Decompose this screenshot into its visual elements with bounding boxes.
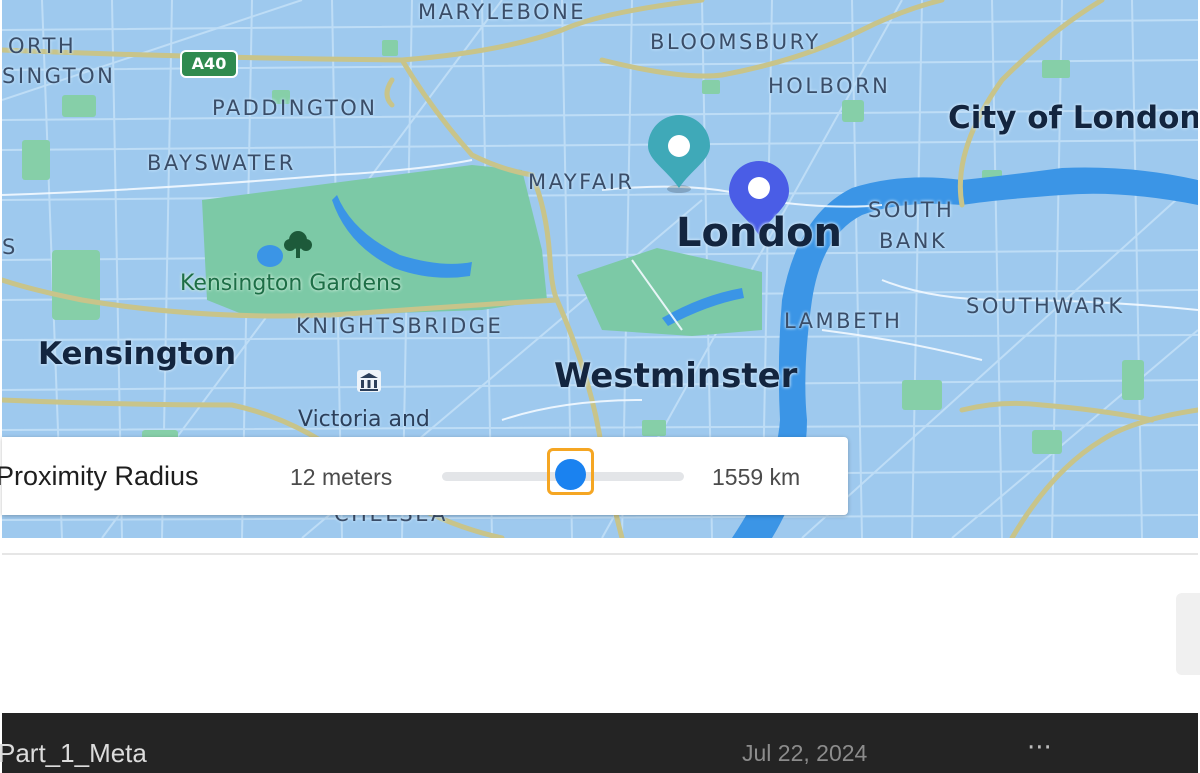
district-label-holborn: HOLBORN (768, 74, 891, 98)
proximity-radius-panel: Proximity Radius 12 meters 1559 km (0, 437, 848, 515)
file-row[interactable]: Part_1_Meta Jul 22, 2024 ··· (0, 713, 1198, 773)
museum-icon (357, 370, 381, 392)
slider-min-label: 12 meters (290, 464, 393, 490)
district-label-mayfair: MAYFAIR (528, 170, 635, 194)
district-label-southwark: SOUTHWARK (966, 294, 1125, 318)
slider-title: Proximity Radius (0, 461, 199, 491)
district-label-south-bank-2: BANK (879, 229, 948, 253)
district-label-north-kensington-2: SINGTON (2, 64, 116, 88)
district-label-south-bank-1: SOUTH (868, 198, 955, 222)
slider-thumb[interactable] (554, 459, 586, 490)
place-label-victoria-and: Victoria and (298, 407, 430, 432)
district-label-knightsbridge: KNIGHTSBRIDGE (296, 314, 504, 338)
district-label-bloomsbury: BLOOMSBURY (650, 30, 821, 54)
city-label-city-of-london: City of London (948, 100, 1198, 136)
district-label-paddington: PADDINGTON (212, 96, 378, 120)
road-shield-a40: A40 (182, 52, 236, 76)
divider (2, 553, 1198, 555)
city-label-london: London (676, 210, 843, 256)
district-label-north-kensington-1: ORTH (8, 34, 77, 58)
slider-max-label: 1559 km (712, 464, 801, 490)
city-label-kensington: Kensington (38, 336, 237, 372)
district-label-lambeth: LAMBETH (784, 309, 903, 333)
district-label-bayswater: BAYSWATER (147, 151, 296, 175)
more-options-icon[interactable]: ··· (1027, 733, 1052, 763)
district-label-edge: S (2, 235, 18, 259)
file-name[interactable]: Part_1_Meta (0, 738, 147, 769)
district-label-marylebone: MARYLEBONE (418, 0, 587, 24)
file-date: Jul 22, 2024 (742, 740, 868, 766)
city-label-westminster: Westminster (554, 356, 798, 396)
place-label-kensington-gardens: Kensington Gardens (180, 271, 402, 296)
side-panel-handle[interactable] (1176, 593, 1200, 675)
